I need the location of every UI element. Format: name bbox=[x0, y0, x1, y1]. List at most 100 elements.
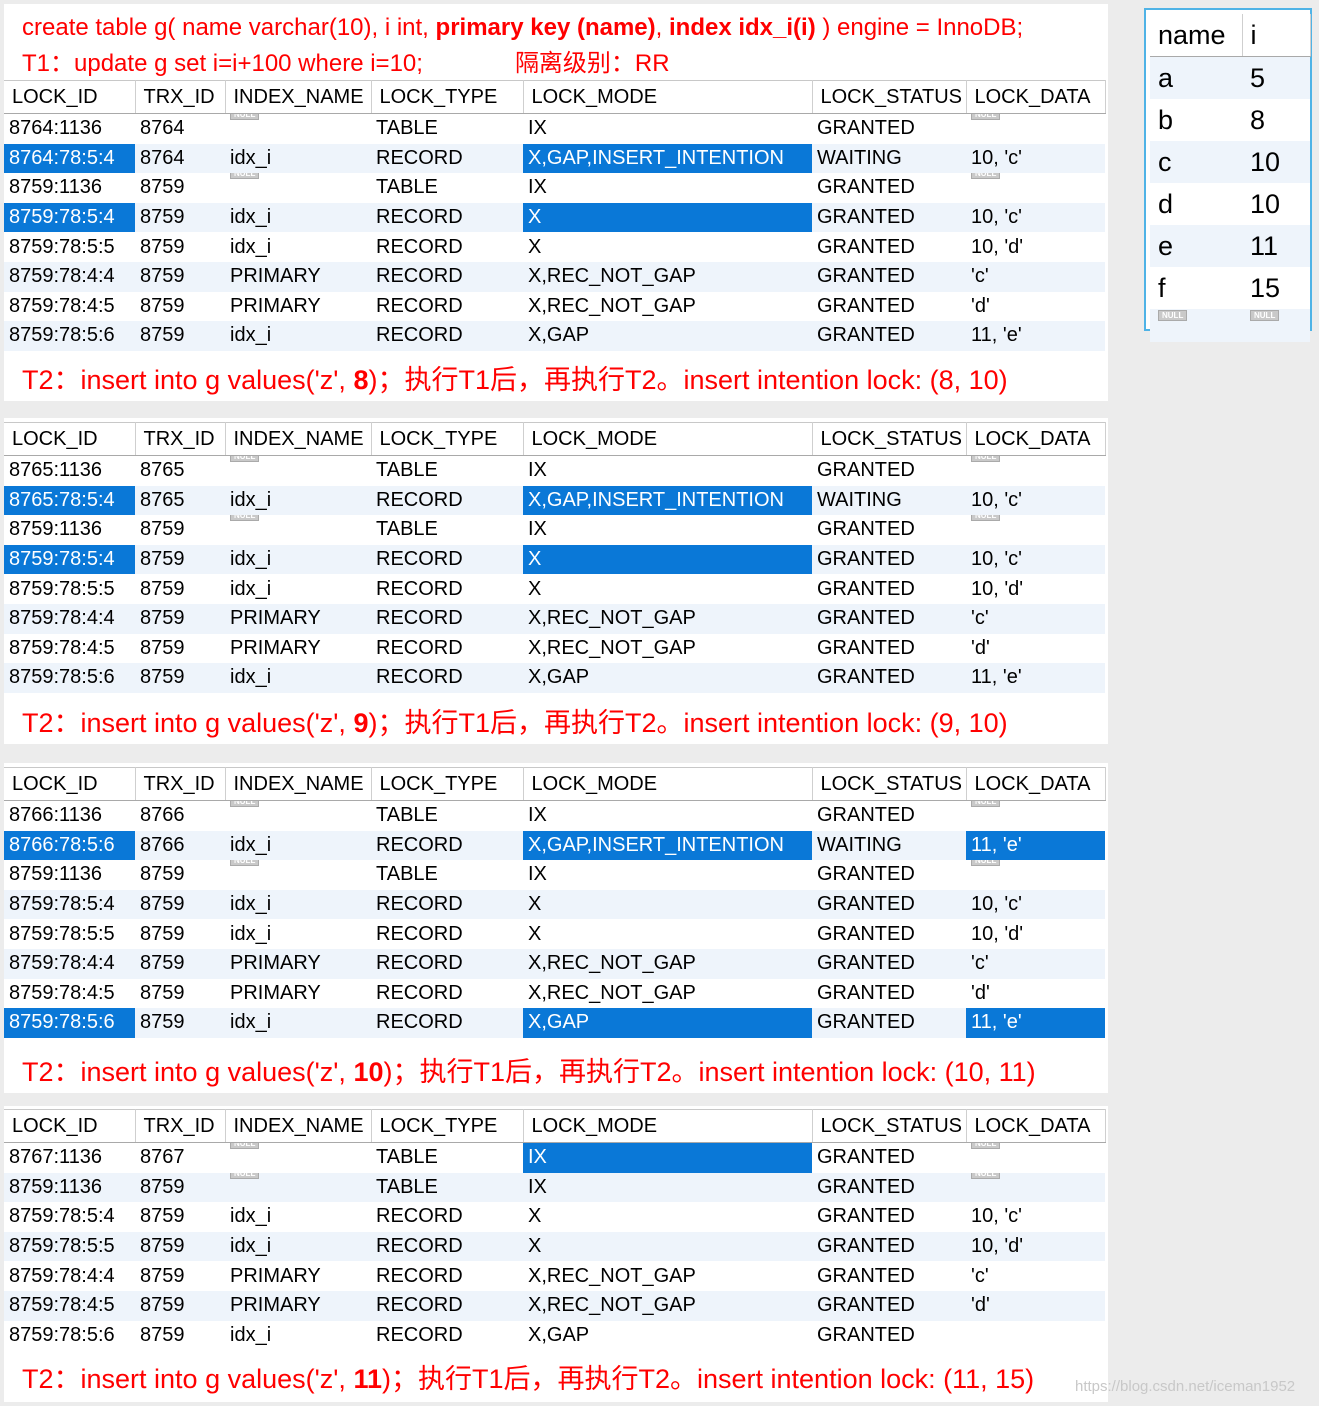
cell-lock-data[interactable]: 10, 'c' bbox=[966, 143, 1105, 174]
cell-trx-id[interactable]: 8766 bbox=[135, 801, 225, 831]
cell-lock-mode[interactable]: X,GAP bbox=[523, 1321, 812, 1351]
table-row[interactable]: b8 bbox=[1150, 99, 1310, 141]
cell-lock-mode[interactable]: X bbox=[523, 919, 812, 949]
lock-table[interactable]: LOCK_ID TRX_ID INDEX_NAME LOCK_TYPE LOCK_MOD… bbox=[4, 1109, 1106, 1350]
cell-lock-data[interactable]: 10, 'c' bbox=[966, 889, 1105, 920]
cell-index-name[interactable]: idx_i bbox=[225, 143, 371, 174]
cell-lock-id[interactable]: 8759:1136 bbox=[4, 515, 135, 545]
cell-index-name[interactable]: NULL bbox=[225, 1172, 371, 1203]
cell-lock-id[interactable]: 8766:1136 bbox=[4, 801, 135, 831]
cell-i[interactable]: 8 bbox=[1242, 99, 1310, 141]
cell-lock-status[interactable]: WAITING bbox=[812, 830, 966, 861]
cell-lock-data[interactable]: 'c' bbox=[966, 603, 1105, 634]
cell-lock-id[interactable]: 8767:1136 bbox=[4, 1143, 135, 1173]
cell-lock-data[interactable]: NULL bbox=[966, 860, 1105, 890]
cell-trx-id[interactable]: 8759 bbox=[135, 173, 225, 203]
cell-lock-mode[interactable]: X,REC_NOT_GAP bbox=[523, 603, 812, 634]
cell-index-name[interactable]: NULL bbox=[225, 173, 371, 203]
cell-name[interactable]: a bbox=[1150, 56, 1242, 99]
cell-lock-id[interactable]: 8759:78:5:5 bbox=[4, 232, 135, 262]
cell-index-name[interactable]: PRIMARY bbox=[225, 1290, 371, 1321]
table-row[interactable]: c 10 bbox=[1150, 141, 1310, 183]
cell-lock-mode[interactable]: IX bbox=[523, 1142, 812, 1173]
cell-index-name[interactable]: PRIMARY bbox=[225, 948, 371, 979]
cell-lock-type[interactable]: RECORD bbox=[371, 574, 523, 604]
cell-lock-status[interactable]: GRANTED bbox=[812, 261, 966, 292]
column-header-lock-type[interactable]: LOCK_TYPE bbox=[371, 80, 524, 114]
cell-lock-mode[interactable]: X,REC_NOT_GAP bbox=[523, 948, 812, 979]
cell-lock-id[interactable]: 8759:78:4:5 bbox=[4, 634, 135, 664]
cell-index-name[interactable]: NULL bbox=[225, 455, 371, 486]
column-header-lock-status[interactable]: LOCK_STATUS bbox=[812, 767, 967, 801]
cell-trx-id[interactable]: 8759 bbox=[135, 544, 225, 575]
column-header-lock-id[interactable]: LOCK_ID bbox=[4, 422, 136, 456]
cell-lock-type[interactable]: TABLE bbox=[371, 1172, 523, 1203]
cell-lock-data[interactable]: 'c' bbox=[966, 1261, 1105, 1291]
table-row[interactable]: 8759:78:4:4 8759 PRIMARY RECORD X,REC_NOT_GA… bbox=[4, 603, 1105, 634]
cell-index-name[interactable]: NULL bbox=[225, 515, 371, 545]
cell-lock-status[interactable]: GRANTED bbox=[812, 1172, 966, 1203]
cell-lock-id[interactable]: 8759:78:5:6 bbox=[4, 1008, 135, 1038]
cell-trx-id[interactable]: 8759 bbox=[135, 261, 225, 292]
cell-lock-status[interactable]: GRANTED bbox=[812, 456, 966, 486]
table-row[interactable]: 8759:1136 8759 NULL TABLE IX GRANTED NULL bbox=[4, 860, 1105, 890]
cell-trx-id[interactable]: 8759 bbox=[135, 1261, 225, 1291]
cell-trx-id[interactable]: 8759 bbox=[135, 663, 225, 693]
column-header-trx-id[interactable]: TRX_ID bbox=[135, 767, 226, 801]
cell-lock-data[interactable]: 10, 'd' bbox=[966, 1231, 1105, 1262]
table-row[interactable]: 8766:1136 8766 NULL TABLE IX GRANTED NULL bbox=[4, 800, 1105, 831]
column-header-lock-data[interactable]: LOCK_DATA bbox=[966, 1109, 1106, 1143]
column-header-lock-type[interactable]: LOCK_TYPE bbox=[371, 1109, 524, 1143]
cell-name[interactable]: e bbox=[1150, 225, 1242, 267]
cell-lock-id[interactable]: 8759:78:5:5 bbox=[4, 574, 135, 604]
table-row[interactable]: 8759:1136 8759 NULL TABLE IX GRANTED NULL bbox=[4, 515, 1105, 545]
cell-name[interactable]: b bbox=[1150, 99, 1242, 141]
cell-lock-status[interactable]: GRANTED bbox=[812, 663, 966, 693]
cell-lock-status[interactable]: GRANTED bbox=[812, 1261, 966, 1291]
column-header-lock-data[interactable]: LOCK_DATA bbox=[966, 767, 1106, 801]
column-header-lock-type[interactable]: LOCK_TYPE bbox=[371, 422, 524, 456]
cell-lock-status[interactable]: GRANTED bbox=[812, 232, 966, 262]
table-row[interactable]: 8767:1136 8767 NULL TABLE IX GRANTED NULL bbox=[4, 1142, 1105, 1173]
cell-trx-id[interactable]: 8759 bbox=[135, 603, 225, 634]
table-row[interactable]: 8759:78:4:4 8759 PRIMARY RECORD X,REC_NOT_GA… bbox=[4, 1261, 1105, 1291]
column-header-lock-data[interactable]: LOCK_DATA bbox=[966, 422, 1106, 456]
cell-lock-id[interactable]: 8759:78:4:5 bbox=[4, 1290, 135, 1321]
column-header-index-name[interactable]: INDEX_NAME bbox=[225, 80, 372, 114]
cell-lock-type[interactable]: RECORD bbox=[371, 663, 523, 693]
cell-trx-id[interactable]: 8759 bbox=[135, 948, 225, 979]
cell-lock-mode[interactable]: X,REC_NOT_GAP bbox=[523, 979, 812, 1009]
column-header-lock-id[interactable]: LOCK_ID bbox=[4, 80, 136, 114]
cell-lock-mode[interactable]: X,GAP,INSERT_INTENTION bbox=[523, 485, 812, 516]
table-row[interactable]: 8759:78:4:4 8759 PRIMARY RECORD X,REC_NOT_GA… bbox=[4, 948, 1105, 979]
cell-lock-mode[interactable]: X,REC_NOT_GAP bbox=[523, 1261, 812, 1291]
cell-trx-id[interactable]: 8759 bbox=[135, 1172, 225, 1203]
cell-lock-type[interactable]: RECORD bbox=[371, 321, 523, 351]
cell-trx-id[interactable]: 8759 bbox=[135, 202, 225, 233]
table-row[interactable]: d 10 bbox=[1150, 183, 1310, 225]
cell-lock-mode[interactable]: X bbox=[523, 232, 812, 262]
cell-lock-mode[interactable]: X bbox=[523, 1202, 812, 1232]
table-row[interactable]: 8759:78:5:6 8759 idx_i RECORD X,GAP GRANTED 11… bbox=[4, 1008, 1105, 1038]
cell-lock-type[interactable]: RECORD bbox=[371, 232, 523, 262]
cell-lock-data[interactable]: 'c' bbox=[966, 948, 1105, 979]
cell-index-name[interactable]: PRIMARY bbox=[225, 292, 371, 322]
cell-lock-data[interactable]: NULL bbox=[966, 515, 1105, 545]
cell-lock-id[interactable]: 8759:78:5:4 bbox=[4, 889, 135, 920]
cell-lock-mode[interactable]: IX bbox=[523, 173, 812, 203]
cell-index-name[interactable]: idx_i bbox=[225, 830, 371, 861]
cell-index-name[interactable]: idx_i bbox=[225, 202, 371, 233]
cell-lock-type[interactable]: RECORD bbox=[371, 634, 523, 664]
cell-lock-mode[interactable]: IX bbox=[523, 456, 812, 486]
cell-i[interactable]: 15 bbox=[1242, 267, 1310, 309]
cell-lock-data[interactable]: 11, 'e' bbox=[966, 321, 1105, 351]
cell-lock-data[interactable]: NULL bbox=[966, 113, 1105, 144]
cell-lock-type[interactable]: RECORD bbox=[371, 261, 523, 292]
cell-lock-id[interactable]: 8759:78:4:4 bbox=[4, 948, 135, 979]
cell-trx-id[interactable]: 8759 bbox=[135, 1321, 225, 1351]
column-header-trx-id[interactable]: TRX_ID bbox=[135, 422, 226, 456]
cell-lock-status[interactable]: GRANTED bbox=[812, 515, 966, 545]
cell-lock-data[interactable]: 10, 'd' bbox=[966, 232, 1105, 262]
data-preview-table[interactable]: name i a 5 b 8 c 10 d 10 e 11 f 15 NULL NULL bbox=[1150, 14, 1311, 342]
table-row[interactable]: 8759:78:4:5 8759 PRIMARY RECORD X,REC_NOT_GA… bbox=[4, 1290, 1105, 1321]
